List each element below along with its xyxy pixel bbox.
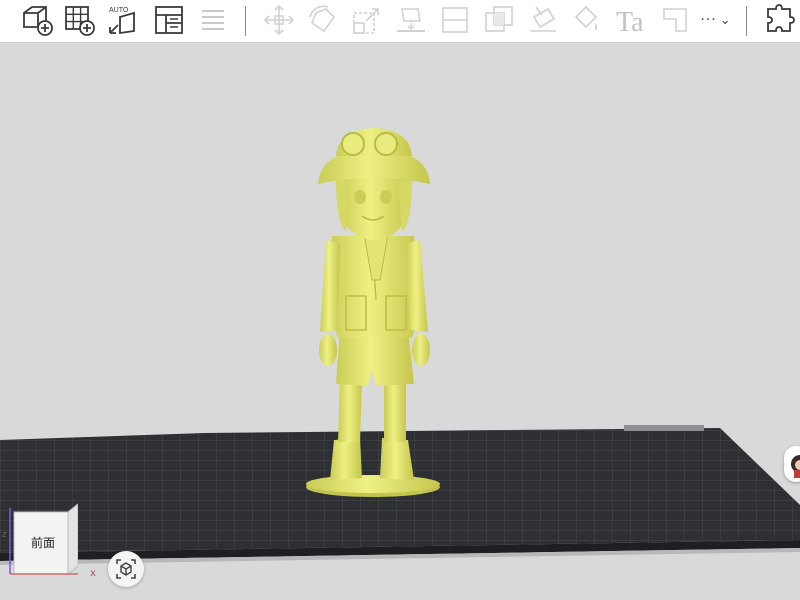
split-icon	[442, 7, 468, 33]
scene-canvas	[0, 128, 800, 565]
puzzle-icon	[767, 4, 795, 32]
place-on-face-button[interactable]	[392, 2, 430, 38]
add-object-button[interactable]	[18, 2, 56, 38]
cut-button[interactable]	[656, 2, 694, 38]
move-arrows-icon	[263, 4, 295, 36]
layout-button[interactable]	[150, 2, 188, 38]
auto-arrange-button[interactable]: AUTO	[104, 2, 142, 38]
cut-icon	[663, 8, 687, 32]
rotate-icon	[309, 5, 336, 33]
auto-label: AUTO	[109, 7, 129, 14]
fill-button[interactable]	[568, 2, 606, 38]
scale-button[interactable]	[348, 2, 386, 38]
list-lines-icon	[202, 10, 224, 30]
avatar-icon	[791, 455, 800, 478]
list-button[interactable]	[194, 2, 232, 38]
grid-add-icon	[65, 6, 95, 36]
more-tools-button[interactable]: ··· ⌄	[694, 2, 738, 38]
view-cube-face-label: 前面	[30, 536, 55, 550]
assistant-avatar[interactable]	[784, 446, 800, 482]
place-on-face-icon	[397, 8, 425, 32]
plugin-button[interactable]	[760, 2, 798, 38]
scale-icon	[353, 8, 379, 34]
paint-bucket-icon	[574, 5, 598, 31]
text-tool-label: Ta	[616, 7, 644, 37]
3d-viewport[interactable]: 前面 x z	[0, 43, 800, 600]
move-button[interactable]	[260, 2, 298, 38]
paint-icon	[530, 6, 556, 32]
axis-z-label: z	[2, 530, 7, 540]
auto-arrange-icon: AUTO	[109, 7, 135, 35]
text-tool-button[interactable]: Ta	[612, 2, 650, 38]
add-cube-icon	[23, 6, 53, 36]
text-tool-icon: Ta	[616, 7, 644, 37]
add-grid-object-button[interactable]	[60, 2, 98, 38]
toolbar-separator	[245, 6, 246, 36]
more-dots: ···	[700, 12, 717, 28]
rotate-button[interactable]	[304, 2, 342, 38]
boolean-button[interactable]	[480, 2, 518, 38]
bed-logo-strip	[624, 425, 704, 431]
chevron-down-icon: ⌄	[719, 12, 732, 28]
split-button[interactable]	[436, 2, 474, 38]
reset-view-icon	[116, 559, 136, 579]
axis-x-label: x	[90, 568, 96, 579]
top-toolbar: AUTO Ta ··· ⌄	[0, 0, 800, 43]
paint-button[interactable]	[524, 2, 562, 38]
reset-view-button[interactable]	[108, 551, 144, 587]
toolbar-separator	[746, 6, 747, 36]
layout-icon	[155, 6, 183, 34]
boolean-icon	[485, 6, 513, 32]
